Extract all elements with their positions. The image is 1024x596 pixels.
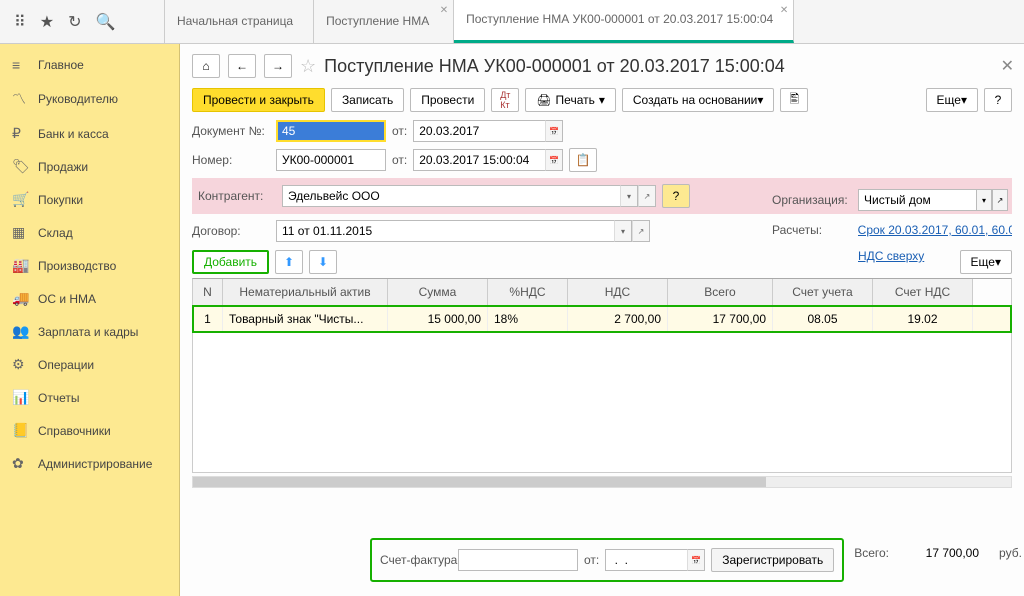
pechat-button[interactable]: 🖨 Печать▾ — [525, 88, 616, 112]
attach-button[interactable]: 🖺 — [780, 88, 808, 112]
th-total: Всего — [668, 279, 773, 306]
nav-os-nma[interactable]: 🚚ОС и НМА — [0, 282, 179, 315]
close-icon[interactable]: ✕ — [780, 5, 788, 16]
factory-icon: 🏭 — [12, 257, 28, 274]
search-icon[interactable]: 🔍 — [95, 12, 115, 32]
dropdown-icon[interactable]: ▾ — [620, 185, 638, 207]
nomer-label: Номер: — [192, 153, 270, 167]
history-icon[interactable]: ↻ — [68, 12, 81, 32]
nav-manager[interactable]: 〽Руководителю — [0, 81, 179, 117]
cart-icon: 🛒 — [12, 191, 28, 208]
chart-icon: 〽 — [12, 89, 28, 109]
menu-icon: ≡ — [12, 57, 28, 73]
date1-input[interactable] — [413, 120, 545, 142]
back-button[interactable]: ← — [228, 54, 256, 78]
page-title: Поступление НМА УК00-000001 от 20.03.201… — [324, 56, 785, 77]
nav-purchase[interactable]: 🛒Покупки — [0, 183, 179, 216]
org-input[interactable] — [858, 189, 976, 211]
th-acct: Счет учета — [773, 279, 873, 306]
dobavit-button[interactable]: Добавить — [192, 250, 269, 274]
forward-button[interactable]: → — [264, 54, 292, 78]
dt-kt-button[interactable]: ДтКт — [491, 88, 519, 112]
tab-postup[interactable]: Поступление НМА✕ — [314, 0, 454, 43]
nav-salary[interactable]: 👥Зарплата и кадры — [0, 315, 179, 348]
total-value: 17 700,00 — [909, 546, 979, 560]
open-icon[interactable]: ↗ — [632, 220, 650, 242]
kontr-input[interactable] — [282, 185, 620, 207]
zapisat-button[interactable]: Записать — [331, 88, 404, 112]
sf-num-input[interactable] — [458, 549, 578, 571]
people-icon: 👥 — [12, 323, 28, 340]
doc-label: Документ №: — [192, 124, 270, 138]
nav-production[interactable]: 🏭Производство — [0, 249, 179, 282]
h-scrollbar[interactable] — [192, 476, 1012, 488]
close-button[interactable]: ✕ — [1001, 56, 1014, 76]
ops-icon: ⚙ — [12, 356, 28, 373]
nav-sales[interactable]: 🏷Продажи — [0, 150, 179, 183]
bars-icon: 📊 — [12, 389, 28, 406]
nav-refs[interactable]: 📒Справочники — [0, 414, 179, 447]
nav-operations[interactable]: ⚙Операции — [0, 348, 179, 381]
sidebar: ≡Главное 〽Руководителю ₽Банк и касса 🏷Пр… — [0, 44, 180, 596]
provesti-button[interactable]: Провести — [410, 88, 485, 112]
kontr-label: Контрагент: — [198, 189, 276, 203]
book-icon: 📒 — [12, 422, 28, 439]
tab-doc[interactable]: Поступление НМА УК00-000001 от 20.03.201… — [454, 0, 794, 43]
open-icon[interactable]: ↗ — [992, 189, 1008, 211]
nav-bank[interactable]: ₽Банк и касса — [0, 117, 179, 150]
register-button[interactable]: Зарегистрировать — [711, 548, 834, 572]
tag-icon: 🏷 — [12, 158, 28, 175]
gear-icon: ✿ — [12, 455, 28, 472]
calendar-icon[interactable]: 📅 — [545, 149, 563, 171]
clipboard-button[interactable]: 📋 — [569, 148, 597, 172]
calendar-icon[interactable]: 📅 — [545, 120, 563, 142]
star-icon[interactable]: ★ — [40, 12, 54, 32]
open-icon[interactable]: ↗ — [638, 185, 656, 207]
th-ndspct: %НДС — [488, 279, 568, 306]
th-asset: Нематериальный актив — [223, 279, 388, 306]
move-down-button[interactable]: ⬇ — [309, 250, 337, 274]
th-ndsacct: Счет НДС — [873, 279, 973, 306]
nav-main[interactable]: ≡Главное — [0, 49, 179, 81]
table-body — [193, 332, 1011, 472]
date2-input[interactable] — [413, 149, 545, 171]
help-button[interactable]: ? — [984, 88, 1012, 112]
ruble-icon: ₽ — [12, 125, 28, 142]
home-button[interactable]: ⌂ — [192, 54, 220, 78]
truck-icon: 🚚 — [12, 290, 28, 307]
apps-icon[interactable]: ⠿ — [14, 12, 26, 32]
table-row[interactable]: 1 Товарный знак "Чисты... 15 000,00 18% … — [193, 306, 1011, 332]
tab-home[interactable]: Начальная страница — [165, 0, 314, 43]
calendar-icon[interactable]: 📅 — [687, 549, 705, 571]
move-up-button[interactable]: ⬆ — [275, 250, 303, 274]
fav-icon[interactable]: ☆ — [300, 56, 316, 77]
doc-input[interactable] — [276, 120, 386, 142]
dropdown-icon[interactable]: ▾ — [614, 220, 632, 242]
dogovor-label: Договор: — [192, 224, 270, 238]
dogovor-input[interactable] — [276, 220, 614, 242]
nav-admin[interactable]: ✿Администрирование — [0, 447, 179, 480]
sf-date-input[interactable] — [605, 549, 687, 571]
th-n: N — [193, 279, 223, 306]
raschet-label: Расчеты: — [772, 223, 852, 237]
sf-label: Счет-фактура №: — [380, 553, 452, 567]
nds-link[interactable]: НДС сверху — [858, 249, 924, 263]
total-label: Всего: — [854, 546, 889, 560]
nav-reports[interactable]: 📊Отчеты — [0, 381, 179, 414]
raschet-link[interactable]: Срок 20.03.2017, 60.01, 60.02, зачет ава… — [858, 223, 1012, 237]
close-icon[interactable]: ✕ — [440, 5, 448, 16]
org-label: Организация: — [772, 193, 852, 207]
provesti-zakryt-button[interactable]: Провести и закрыть — [192, 88, 325, 112]
box-icon: ▦ — [12, 224, 28, 241]
kontr-help-button[interactable]: ? — [662, 184, 690, 208]
sozdat-button[interactable]: Создать на основании ▾ — [622, 88, 775, 112]
th-nds: НДС — [568, 279, 668, 306]
nomer-input[interactable] — [276, 149, 386, 171]
th-sum: Сумма — [388, 279, 488, 306]
table: N Нематериальный актив Сумма %НДС НДС Вс… — [192, 278, 1012, 473]
nav-warehouse[interactable]: ▦Склад — [0, 216, 179, 249]
esche-button[interactable]: Еще ▾ — [926, 88, 978, 112]
dropdown-icon[interactable]: ▾ — [976, 189, 992, 211]
